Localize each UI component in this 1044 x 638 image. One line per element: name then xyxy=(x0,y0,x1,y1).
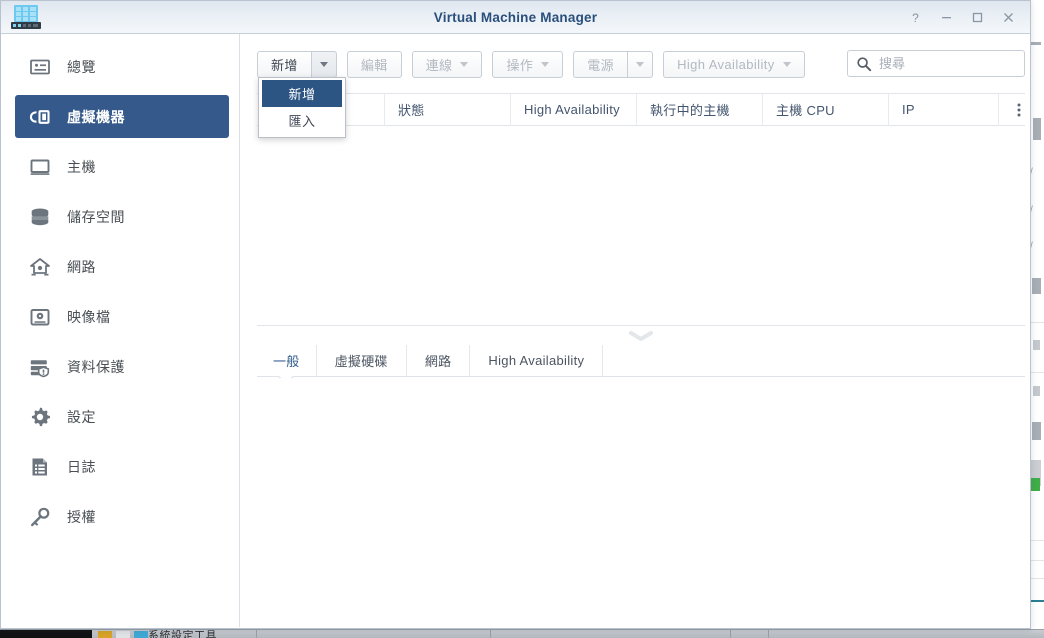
search-icon xyxy=(856,56,872,72)
table-body-empty xyxy=(257,126,1025,325)
window-title: Virtual Machine Manager xyxy=(433,9,598,25)
key-icon xyxy=(27,504,53,530)
server-rack-icon xyxy=(10,4,42,31)
sidebar-item-label: 虛擬機器 xyxy=(67,108,125,125)
sidebar-item-host[interactable]: 主機 xyxy=(15,145,229,188)
sidebar-item-settings[interactable]: 設定 xyxy=(15,395,229,438)
main-content-pane: 新增 編輯 連線 操作 電源 High Availability 搜尋 新增 匯… xyxy=(240,34,1030,628)
column-header-ip[interactable]: IP xyxy=(889,93,999,126)
sidebar-item-overview[interactable]: 總覽 xyxy=(15,45,229,88)
tab-panel-content xyxy=(257,377,1025,617)
pane-splitter[interactable] xyxy=(257,325,1025,345)
tab-high-availability[interactable]: High Availability xyxy=(470,345,604,376)
log-document-icon xyxy=(27,454,53,480)
detail-tabs: 一般 虛擬硬碟 網路 High Availability xyxy=(257,345,1025,379)
detail-tabs-section: 一般 虛擬硬碟 網路 High Availability xyxy=(257,345,1025,628)
sidebar-item-label: 主機 xyxy=(67,158,96,175)
power-dropdown-toggle[interactable] xyxy=(627,51,654,78)
monitor-icon xyxy=(27,154,53,180)
chevron-down-icon xyxy=(541,62,550,67)
virtual-machine-icon xyxy=(27,104,53,130)
screen-root: / / / 系統設定工具 Virtual Machine Manager ? 總… xyxy=(0,0,1044,638)
sidebar-item-license[interactable]: 授權 xyxy=(15,495,229,538)
column-header-status[interactable]: 狀態 xyxy=(385,93,511,126)
network-home-icon xyxy=(27,254,53,280)
kebab-menu-icon[interactable] xyxy=(999,94,1025,126)
overview-card-icon xyxy=(27,54,53,80)
maximize-button[interactable] xyxy=(962,2,993,33)
disk-image-icon xyxy=(27,304,53,330)
taskbar-window-label: 系統設定工具 xyxy=(148,630,217,638)
sidebar-item-data-protection[interactable]: 資料保護 xyxy=(15,345,229,388)
window-controls: ? xyxy=(900,1,1024,34)
tab-virtual-disk[interactable]: 虛擬硬碟 xyxy=(317,345,407,376)
power-button[interactable]: 電源 xyxy=(573,51,628,78)
sidebar-item-label: 總覽 xyxy=(67,58,96,75)
dropdown-item-import[interactable]: 匯入 xyxy=(259,107,345,134)
desktop-taskbar[interactable]: 系統設定工具 xyxy=(0,629,1044,638)
action-button[interactable]: 操作 xyxy=(492,51,564,78)
sidebar-item-storage[interactable]: 儲存空間 xyxy=(15,195,229,238)
edit-button[interactable]: 編輯 xyxy=(346,51,402,78)
sidebar-item-network[interactable]: 網路 xyxy=(15,245,229,288)
create-button[interactable]: 新增 xyxy=(257,51,311,78)
help-button[interactable]: ? xyxy=(900,2,931,33)
high-availability-button[interactable]: High Availability xyxy=(663,51,805,78)
storage-disks-icon xyxy=(27,204,53,230)
taskbar-icon-app1[interactable] xyxy=(116,631,130,638)
search-input[interactable] xyxy=(879,56,1009,71)
sidebar-item-label: 儲存空間 xyxy=(67,208,125,225)
sidebar-navigation: 總覽 虛擬機器 主機 儲存空間 網路 映像檔 資料保護 設定 日誌 授權 xyxy=(1,34,240,628)
column-header-host-cpu[interactable]: 主機 CPU xyxy=(763,93,889,126)
vm-toolbar: 新增 編輯 連線 操作 電源 High Availability 搜尋 新增 匯… xyxy=(257,48,1025,138)
chevron-down-icon xyxy=(782,62,791,67)
sidebar-item-virtual-machine[interactable]: 虛擬機器 xyxy=(15,95,229,138)
dropdown-item-create[interactable]: 新增 xyxy=(262,80,342,107)
taskbar-icon-folder[interactable] xyxy=(98,631,112,638)
connect-button-label: 連線 xyxy=(425,58,453,73)
sidebar-item-image[interactable]: 映像檔 xyxy=(15,295,229,338)
vmm-application-window: Virtual Machine Manager ? 總覽 虛擬機器 主機 儲存空… xyxy=(0,0,1031,629)
column-header-high-availability[interactable]: High Availability xyxy=(511,93,637,126)
close-button[interactable] xyxy=(993,2,1024,33)
search-box[interactable] xyxy=(847,50,1025,77)
sidebar-item-log[interactable]: 日誌 xyxy=(15,445,229,488)
chevron-down-icon[interactable] xyxy=(629,328,653,346)
create-dropdown-menu: 新增 匯入 xyxy=(258,77,346,138)
gear-icon xyxy=(27,404,53,430)
window-titlebar[interactable]: Virtual Machine Manager ? xyxy=(1,1,1030,34)
create-split-button[interactable]: 新增 xyxy=(257,51,337,78)
sidebar-item-label: 映像檔 xyxy=(67,308,111,325)
svg-text:?: ? xyxy=(912,11,919,24)
power-split-button[interactable]: 電源 xyxy=(573,51,654,78)
window-body: 總覽 虛擬機器 主機 儲存空間 網路 映像檔 資料保護 設定 日誌 授權 新增 … xyxy=(1,34,1030,628)
table-header-row: 狀態 High Availability 執行中的主機 主機 CPU IP xyxy=(257,93,1025,126)
connect-button[interactable]: 連線 xyxy=(411,51,483,78)
sidebar-item-label: 網路 xyxy=(67,258,96,275)
create-dropdown-toggle[interactable] xyxy=(310,51,337,78)
tab-indicator-icon xyxy=(277,367,295,382)
chevron-down-icon xyxy=(636,62,645,67)
action-button-label: 操作 xyxy=(506,58,534,73)
sidebar-item-label: 日誌 xyxy=(67,458,96,475)
high-availability-label: High Availability xyxy=(677,57,775,72)
sidebar-item-label: 設定 xyxy=(67,408,96,425)
chevron-down-icon xyxy=(460,62,469,67)
chevron-down-icon xyxy=(319,62,328,67)
taskbar-start-area[interactable] xyxy=(0,630,92,638)
minimize-button[interactable] xyxy=(931,2,962,33)
taskbar-icon-app2[interactable] xyxy=(134,631,148,638)
column-header-running-host[interactable]: 執行中的主機 xyxy=(637,93,763,126)
data-protection-shield-icon xyxy=(27,354,53,380)
tab-network[interactable]: 網路 xyxy=(407,345,471,376)
vm-table: 狀態 High Availability 執行中的主機 主機 CPU IP xyxy=(257,93,1025,325)
sidebar-item-label: 授權 xyxy=(67,508,96,525)
sidebar-item-label: 資料保護 xyxy=(67,358,125,375)
tab-general[interactable]: 一般 xyxy=(257,345,317,379)
